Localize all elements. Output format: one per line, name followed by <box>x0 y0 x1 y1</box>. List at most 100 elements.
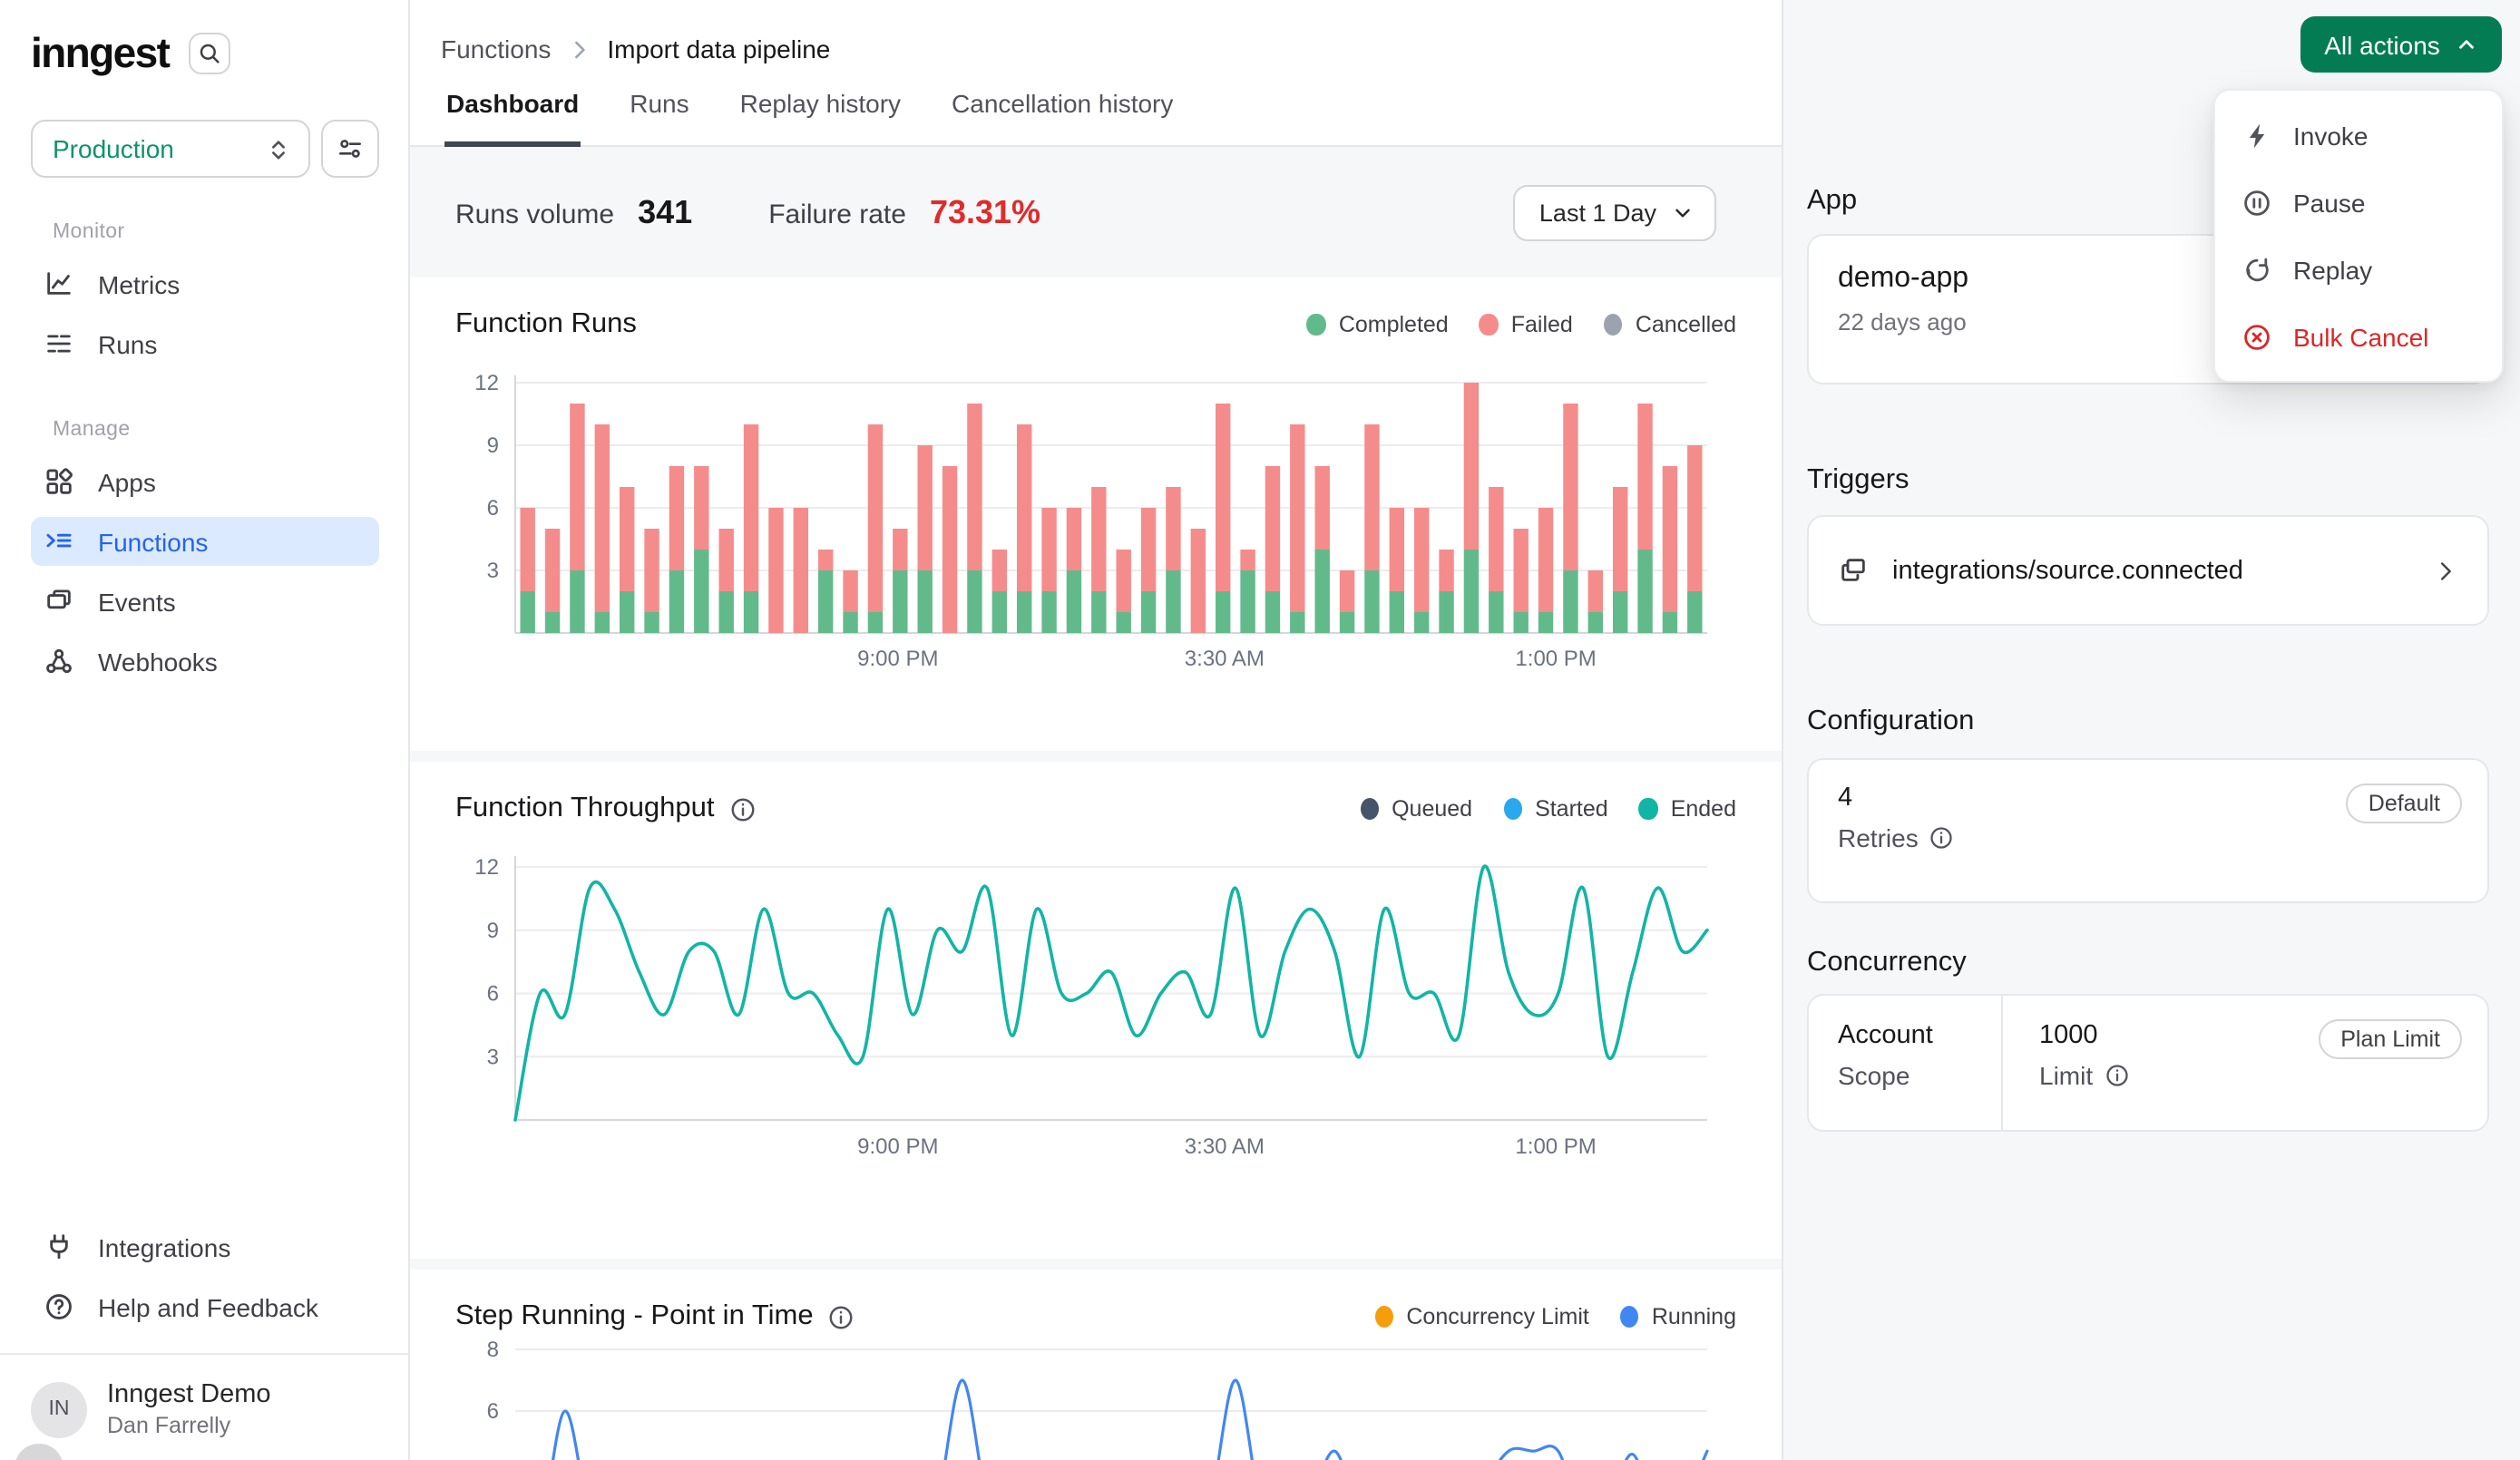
sidebar-item-apps[interactable]: Apps <box>31 457 379 506</box>
runs-volume-value: 341 <box>638 193 692 231</box>
metrics-icon <box>44 268 74 299</box>
function-runs-chart: 369129:00 PM3:30 AM1:00 PM <box>455 354 1736 676</box>
legend-label: Cancelled <box>1636 312 1736 337</box>
user-name: Dan Farrelly <box>107 1413 271 1438</box>
running-dot <box>1620 1306 1639 1329</box>
trigger-card[interactable]: integrations/source.connected <box>1807 515 2489 626</box>
tabs: Dashboard Runs Replay history Cancellati… <box>444 89 1175 147</box>
lightning-icon <box>2242 121 2271 150</box>
runs-list-icon <box>44 328 74 359</box>
breadcrumb-functions[interactable]: Functions <box>441 34 551 63</box>
info-icon[interactable] <box>1929 825 1955 851</box>
inngest-dashboard: inngest Production Monitor <box>0 0 2520 1460</box>
runs-volume-stat: Runs volume 341 <box>455 193 692 231</box>
svg-text:9:00 PM: 9:00 PM <box>857 647 938 671</box>
webhook-icon <box>44 646 74 676</box>
sidebar-item-functions[interactable]: Functions <box>31 517 379 566</box>
menu-item-label: Replay <box>2293 255 2372 284</box>
step-running-legend: Concurrency Limit Running <box>1374 1304 1736 1329</box>
concurrency-card: Account Scope 1000 Limit Plan Limit <box>1807 994 2489 1132</box>
legend-label: Running <box>1652 1304 1736 1329</box>
svg-text:3: 3 <box>487 1045 499 1069</box>
failure-rate-stat: Failure rate 73.31% <box>768 193 1040 231</box>
svg-text:3:30 AM: 3:30 AM <box>1185 647 1265 671</box>
cancel-circle-icon <box>2242 322 2271 351</box>
environment-label: Production <box>53 134 174 163</box>
chevron-up-down-icon <box>265 135 292 162</box>
stats-row: Runs volume 341 Failure rate 73.31% Last… <box>410 147 1782 277</box>
step-running-title: Step Running - Point in Time <box>455 1300 814 1333</box>
trigger-event-name: integrations/source.connected <box>1892 556 2243 585</box>
event-copy-icon <box>1838 555 1869 586</box>
nav-section-monitor: Monitor <box>53 221 379 243</box>
menu-item-pause[interactable]: Pause <box>2215 169 2502 236</box>
concurrency-heading: Concurrency <box>1807 947 1967 979</box>
divider <box>0 1353 408 1355</box>
default-badge: Default <box>2347 784 2462 823</box>
nav-section-manage: Manage <box>53 419 379 441</box>
menu-item-invoke[interactable]: Invoke <box>2215 102 2502 169</box>
legend-label: Failed <box>1511 312 1573 337</box>
tab-replay-history[interactable]: Replay history <box>738 89 903 147</box>
info-icon[interactable] <box>729 795 757 822</box>
failure-rate-value: 73.31% <box>930 193 1040 231</box>
sidebar-nav: Monitor Metrics Runs Manage Apps <box>0 178 408 686</box>
sliders-icon <box>336 134 365 163</box>
replay-icon <box>2242 255 2271 284</box>
svg-text:9: 9 <box>487 919 499 943</box>
tab-dashboard[interactable]: Dashboard <box>444 89 581 147</box>
sidebar-item-integrations[interactable]: Integrations <box>31 1222 379 1271</box>
menu-item-label: Invoke <box>2293 121 2369 150</box>
step-running-section: Step Running - Point in Time Concurrency… <box>410 1270 1782 1460</box>
function-throughput-legend: Queued Started Ended <box>1360 796 1736 822</box>
configuration-heading: Configuration <box>1807 706 1974 738</box>
function-runs-section: Function Runs Completed Failed Cancelled… <box>410 277 1782 751</box>
sidebar-item-runs[interactable]: Runs <box>31 319 379 368</box>
sidebar-item-help[interactable]: Help and Feedback <box>31 1282 379 1331</box>
pause-circle-icon <box>2242 188 2271 217</box>
environment-select[interactable]: Production <box>31 120 310 178</box>
chevron-right-icon <box>567 37 591 61</box>
svg-text:1:00 PM: 1:00 PM <box>1515 1134 1596 1159</box>
sidebar-item-metrics[interactable]: Metrics <box>31 259 379 308</box>
user-menu[interactable]: IN Inngest Demo Dan Farrelly <box>31 1380 379 1438</box>
svg-text:12: 12 <box>474 855 499 880</box>
tab-runs[interactable]: Runs <box>628 89 690 147</box>
chevron-down-icon <box>1671 200 1695 224</box>
function-runs-legend: Completed Failed Cancelled <box>1307 312 1736 337</box>
queued-dot <box>1360 798 1379 821</box>
sidebar-footer: Integrations Help and Feedback IN Innges… <box>0 1222 408 1460</box>
scope-label: Scope <box>1838 1061 1910 1090</box>
sidebar: inngest Production Monitor <box>0 0 410 1460</box>
svg-text:6: 6 <box>487 496 499 521</box>
sidebar-item-label: Events <box>98 587 176 616</box>
main-content: Runs volume 341 Failure rate 73.31% Last… <box>410 147 1782 1460</box>
limit-label: Limit <box>2039 1061 2093 1090</box>
all-actions-button[interactable]: All actions <box>2300 16 2502 73</box>
svg-text:6: 6 <box>487 1399 499 1424</box>
ended-dot <box>1639 798 1658 821</box>
apps-icon <box>44 466 74 497</box>
sidebar-item-webhooks[interactable]: Webhooks <box>31 637 379 686</box>
retries-label: Retries <box>1838 823 1919 852</box>
chevron-up-icon <box>2455 33 2478 56</box>
concurrency-limit-dot <box>1374 1306 1393 1329</box>
menu-item-bulk-cancel[interactable]: Bulk Cancel <box>2215 303 2502 370</box>
inngest-logo: inngest <box>31 29 169 78</box>
menu-item-replay[interactable]: Replay <box>2215 236 2502 303</box>
environment-settings-button[interactable] <box>321 120 379 178</box>
tab-cancellation-history[interactable]: Cancellation history <box>950 89 1175 147</box>
chevron-right-icon <box>2433 558 2458 583</box>
app-heading: App <box>1807 185 1857 218</box>
search-button[interactable] <box>189 33 230 74</box>
info-icon[interactable] <box>828 1303 855 1330</box>
sidebar-item-label: Functions <box>98 527 208 556</box>
menu-item-label: Pause <box>2293 188 2365 217</box>
sidebar-item-label: Runs <box>98 329 157 358</box>
failed-dot <box>1480 314 1499 336</box>
legend-label: Started <box>1535 796 1608 822</box>
legend-label: Ended <box>1671 796 1736 822</box>
time-range-select[interactable]: Last 1 Day <box>1514 184 1716 240</box>
sidebar-item-events[interactable]: Events <box>31 577 379 626</box>
info-icon[interactable] <box>2104 1063 2129 1088</box>
